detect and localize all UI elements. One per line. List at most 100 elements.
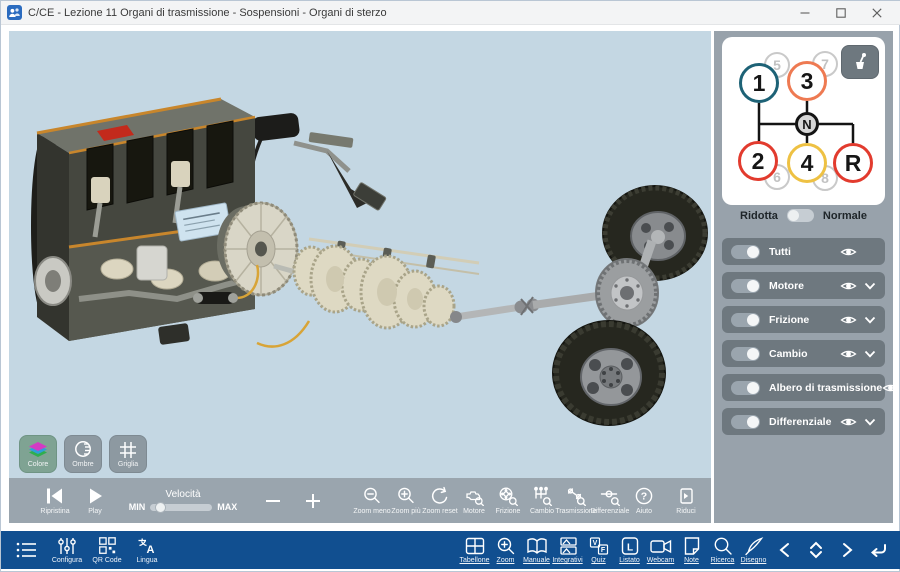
chevron-down-icon[interactable] xyxy=(864,418,876,426)
maximize-button[interactable] xyxy=(823,1,859,24)
manuale-button[interactable]: Manuale xyxy=(521,536,552,564)
cb-label: Cambio xyxy=(530,508,554,515)
lingua-button[interactable]: A Lingua xyxy=(127,536,167,564)
tb-label: Lingua xyxy=(136,557,157,564)
book-icon xyxy=(526,536,548,556)
griglia-button[interactable]: Griglia xyxy=(109,435,147,473)
webcam-button[interactable]: Webcam xyxy=(645,536,676,564)
gear-r[interactable]: R xyxy=(833,143,873,183)
configura-button[interactable]: Configura xyxy=(47,536,87,564)
help-icon: ? xyxy=(634,486,654,506)
3d-model-scene[interactable] xyxy=(9,31,711,478)
titlebar: C/CE - Lezione 11 Organi di trasmissione… xyxy=(1,1,900,25)
next-button[interactable] xyxy=(831,542,862,558)
tabellone-button[interactable]: Tabellone xyxy=(459,536,490,564)
close-button[interactable] xyxy=(859,1,895,24)
visibility-icon[interactable] xyxy=(840,348,857,360)
play-button[interactable]: Play xyxy=(77,486,113,515)
svg-text:L: L xyxy=(626,543,632,554)
window-title: C/CE - Lezione 11 Organi di trasmissione… xyxy=(28,7,387,19)
webcam-icon xyxy=(649,536,673,556)
skip-start-icon xyxy=(43,486,67,506)
layer-toggle[interactable] xyxy=(731,313,760,327)
right-panel: 5 7 6 8 1 3 2 4 R N Ridotta Normale Tutt… xyxy=(714,31,893,523)
speed-slider[interactable] xyxy=(150,504,212,511)
cb-label: Zoom meno xyxy=(353,508,390,515)
shift-lever-button[interactable] xyxy=(841,45,879,79)
quiz-vf-icon: V F xyxy=(588,536,610,556)
chevron-down-icon[interactable] xyxy=(864,316,876,324)
minimize-button[interactable] xyxy=(787,1,823,24)
app-icon xyxy=(7,5,22,20)
toggle-knob xyxy=(747,314,759,326)
ridotta-normale-toggle[interactable] xyxy=(787,209,814,222)
qr-code-button[interactable]: QR Code xyxy=(87,536,127,564)
zoom-piu-button[interactable]: Zoom più xyxy=(389,486,423,515)
zoom-tool-button[interactable]: Zoom xyxy=(490,536,521,564)
layer-label: Motore xyxy=(769,280,804,292)
speed-minus-button[interactable] xyxy=(259,490,287,512)
ombre-button[interactable]: Ombre xyxy=(64,435,102,473)
return-button[interactable] xyxy=(862,542,893,558)
layer-row-tutti: Tutti xyxy=(722,238,885,265)
speed-plus-button[interactable] xyxy=(299,490,327,512)
ricerca-button[interactable]: Ricerca xyxy=(707,536,738,564)
layer-toggle[interactable] xyxy=(731,347,760,361)
expand-collapse-button[interactable] xyxy=(800,541,831,559)
menu-button[interactable] xyxy=(7,540,47,560)
previous-button[interactable] xyxy=(769,542,800,558)
layer-toggle[interactable] xyxy=(731,415,760,429)
maximize-icon xyxy=(836,8,846,18)
listato-button[interactable]: L Listato xyxy=(614,536,645,564)
riduci-button[interactable]: Riduci xyxy=(667,486,705,515)
menu-list-icon xyxy=(15,540,39,560)
layer-toggle[interactable] xyxy=(731,279,760,293)
zoom-frizione-button[interactable]: Frizione xyxy=(491,486,525,515)
tb-label: Quiz xyxy=(591,557,605,564)
view-tools: Colore Ombre Griglia xyxy=(19,435,147,473)
layer-toggle[interactable] xyxy=(731,381,760,395)
minimize-icon xyxy=(800,8,810,18)
visibility-icon[interactable] xyxy=(840,314,857,326)
taskbar: Configura QR Code A Lingua Tabellone xyxy=(1,531,900,569)
gear-4[interactable]: 4 xyxy=(787,143,827,183)
layer-toggle[interactable] xyxy=(731,245,760,259)
integrativi-button[interactable]: Integrativi xyxy=(552,536,583,564)
visibility-icon[interactable] xyxy=(840,246,857,258)
note-button[interactable]: Note xyxy=(676,536,707,564)
tb-label: Configura xyxy=(52,557,82,564)
3d-viewport[interactable]: Colore Ombre Griglia xyxy=(9,31,711,478)
aiuto-button[interactable]: ? Aiuto xyxy=(627,486,661,515)
disegno-button[interactable]: Disegno xyxy=(738,536,769,564)
zoom-differenziale-button[interactable]: Differenziale xyxy=(593,486,627,515)
visibility-icon[interactable] xyxy=(840,416,857,428)
zoom-meno-button[interactable]: Zoom meno xyxy=(355,486,389,515)
zoom-motore-button[interactable]: Motore xyxy=(457,486,491,515)
gear-mode-row: Ridotta Normale xyxy=(714,209,893,222)
wheel-bottom xyxy=(553,321,665,425)
zoom-in-icon xyxy=(396,486,416,506)
gear-neutral[interactable]: N xyxy=(795,112,819,136)
gear-2[interactable]: 2 xyxy=(738,141,778,181)
tool-label: Colore xyxy=(28,461,49,468)
zoom-trasmissione-button[interactable]: Trasmissione xyxy=(559,486,593,515)
ripristina-button[interactable]: Ripristina xyxy=(33,486,77,515)
zoom-reset-button[interactable]: Zoom reset xyxy=(423,486,457,515)
search-icon xyxy=(712,536,734,556)
quiz-button[interactable]: V F Quiz xyxy=(583,536,614,564)
visibility-icon[interactable] xyxy=(840,280,857,292)
gear-pattern-card: 5 7 6 8 1 3 2 4 R N xyxy=(722,37,885,205)
clutch-zoom-icon xyxy=(498,486,518,506)
colore-button[interactable]: Colore xyxy=(19,435,57,473)
collapse-panel-icon xyxy=(676,486,696,506)
gear-1[interactable]: 1 xyxy=(739,63,779,103)
layer-label: Tutti xyxy=(769,246,791,258)
chevron-down-icon[interactable] xyxy=(864,350,876,358)
speed-slider-knob[interactable] xyxy=(155,502,166,513)
chevron-down-icon[interactable] xyxy=(864,282,876,290)
minus-icon xyxy=(262,490,284,512)
play-icon xyxy=(83,486,107,506)
zoom-cambio-button[interactable]: Cambio xyxy=(525,486,559,515)
gear-3[interactable]: 3 xyxy=(787,61,827,101)
visibility-icon[interactable] xyxy=(882,382,899,394)
